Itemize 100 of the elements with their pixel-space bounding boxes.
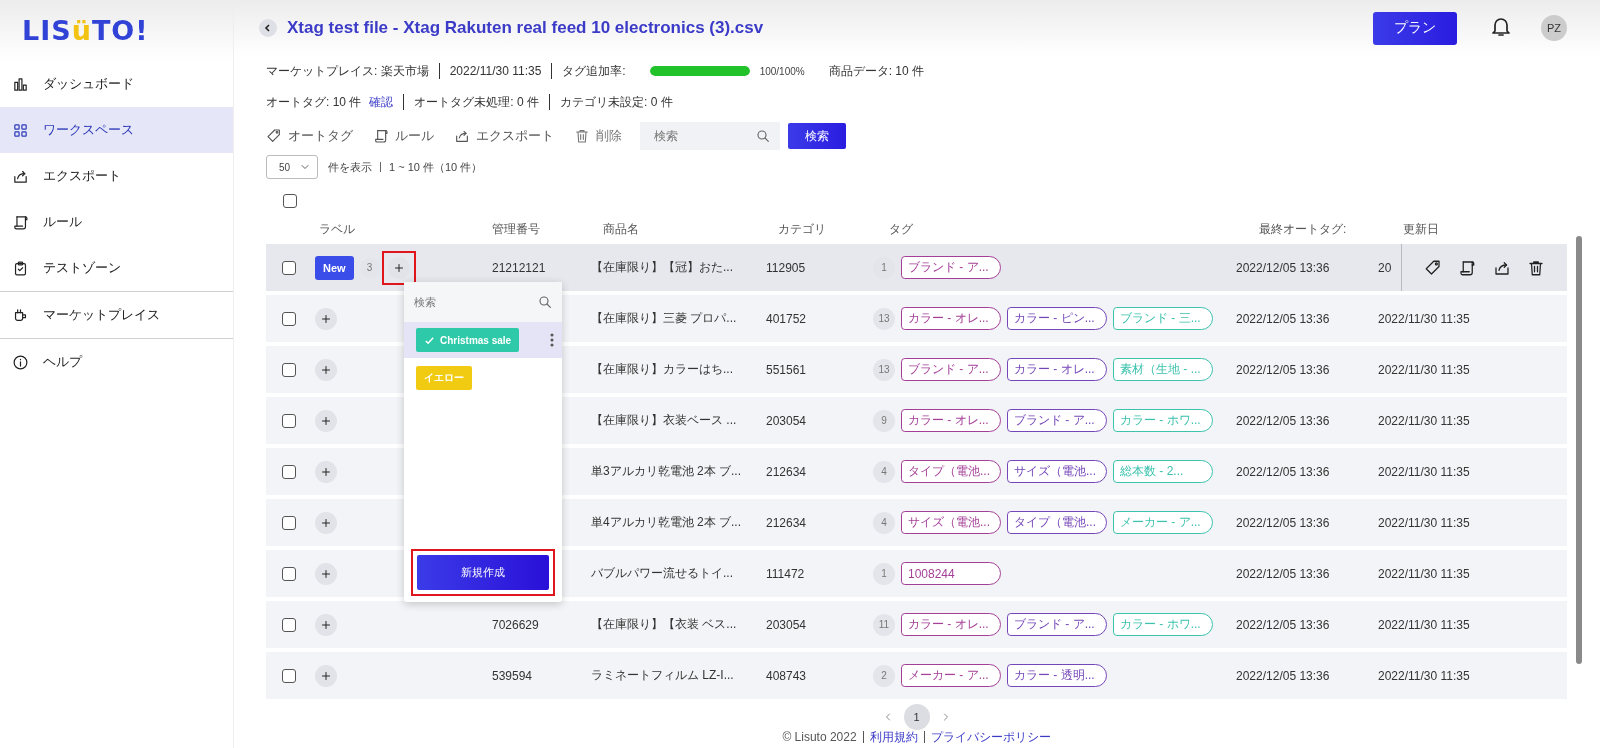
page-button[interactable]: 1 [903,704,930,730]
table-row[interactable]: 7026629 【在庫限り】【衣装 ベス... 203054 11 カラー - オレ... ブランド - ア... カラー - ホワ... 2022/12/05 13:36 2022/11/30 11:35 [266,601,1567,648]
info-icon [12,353,29,371]
plug-icon [12,306,29,324]
table-cell: 2022/11/30 11:35 [1378,311,1470,326]
label-search-field[interactable]: 検索 [404,282,562,322]
sidebar-item[interactable]: ワークスペース [0,107,233,153]
add-label-button[interactable] [315,613,337,636]
table-cell: 2022/12/05 13:36 [1236,668,1330,683]
back-button[interactable] [259,19,277,37]
table-cell: 203054 [766,413,807,428]
delete-button[interactable] [1526,258,1545,277]
table-cell: 539594 [492,668,533,683]
table-cell: 2022/12/05 13:36 [1236,515,1330,530]
trash-icon [1526,258,1545,277]
table-cell: 2022/12/05 13:36 [1236,311,1330,326]
add-label-button[interactable] [315,358,337,381]
tag[interactable]: タイプ（電池... [1007,511,1107,534]
table-cell: 2022/12/05 13:36 [1236,566,1330,581]
add-label-button[interactable] [315,460,337,483]
sidebar-item[interactable]: エクスポート [0,153,233,199]
table-cell: 401752 [766,311,807,326]
tag-icon [266,128,282,144]
tag[interactable]: サイズ（電池... [1007,460,1107,483]
table-row[interactable]: New 3 21212121 【在庫限り】【冠】おた... 112905 1 ブランド - ア... 2022/12/05 13:36 20 [266,244,1567,291]
table-row[interactable]: 539594 ラミネートフィルム LZ-I... 408743 2 メーカー - ア... カラー - 透明... 2022/12/05 13:36 2022/11/30 11:35 [266,652,1567,699]
row-checkbox[interactable] [281,464,296,479]
tag[interactable]: サイズ（電池... [901,511,1001,534]
copyright: © Lisuto 2022 [782,730,857,744]
tag-count: 1 [873,256,895,279]
sidebar-item[interactable]: ダッシュボード [0,61,233,107]
toolbar-action[interactable]: ルール [373,127,434,145]
tag[interactable]: 1008244 [901,562,1001,585]
column-header: 更新日 [1402,220,1440,238]
sidebar-item[interactable]: テストゾーン [0,245,233,292]
autotag-button[interactable] [1424,258,1443,277]
toolbar-action[interactable]: エクスポート [454,127,554,145]
add-label-button[interactable] [315,511,337,534]
scrollbar[interactable] [1576,236,1582,664]
table-cell: 111472 [766,566,805,581]
search-icon [755,128,771,144]
sidebar-item[interactable]: ヘルプ [0,339,233,385]
table-cell: 2022/11/30 11:35 [1378,668,1470,683]
more-icon[interactable] [550,333,554,347]
search-button[interactable]: 検索 [788,123,846,149]
tag[interactable]: ブランド - ア... [1007,409,1107,432]
trash-icon [574,128,590,144]
footer-link[interactable]: プライバシーポリシー [930,728,1051,746]
rule-button[interactable] [1458,258,1477,277]
clipboard-check-icon [12,259,29,277]
bar-chart-icon [12,75,29,93]
table-cell: 7026629 [492,617,539,632]
add-label-button[interactable] [315,664,337,687]
table-cell: 203054 [766,617,807,632]
tag[interactable]: ブランド - ア... [901,256,1001,279]
create-label-button[interactable]: 新規作成 [417,555,549,590]
tag[interactable]: カラー - 透明... [1007,664,1107,687]
table-cell: 112905 [766,260,806,275]
add-label-button[interactable] [315,307,337,330]
plan-button[interactable]: プラン [1373,11,1457,45]
footer-link[interactable]: 利用規約 [869,728,918,746]
row-checkbox[interactable] [281,413,296,428]
add-label-button[interactable] [387,256,410,279]
table-cell: 2022/11/30 11:35 [1378,566,1470,581]
add-label-button[interactable] [315,562,337,585]
tag-count: 2 [873,664,895,687]
row-checkbox[interactable] [281,668,296,683]
sidebar-item[interactable]: ルール [0,199,233,245]
row-checkbox[interactable] [281,566,296,581]
row-checkbox[interactable] [281,311,296,326]
tag[interactable]: カラー - オレ... [901,613,1001,636]
sidebar-item[interactable]: マーケットプレイス [0,292,233,339]
tag-icon [1424,258,1443,277]
select-all-checkbox[interactable] [283,194,297,208]
page-size-select[interactable]: 50 [266,155,318,179]
row-checkbox[interactable] [281,617,296,632]
tag[interactable]: カラー - オレ... [901,307,1001,330]
row-checkbox[interactable] [281,260,296,275]
table-cell: 2022/12/05 13:36 [1236,362,1330,377]
tag[interactable]: タイプ（電池... [901,460,1001,483]
user-avatar[interactable]: PZ [1541,15,1567,41]
table-cell: 2022/11/30 11:35 [1378,362,1470,377]
autotag-count: オートタグ: 10 件 [266,93,362,111]
table-cell: 【在庫限り】【衣装 ベス... [591,617,737,631]
confirm-link[interactable]: 確認 [369,93,394,111]
search-field[interactable]: 検索 [640,122,780,150]
tag[interactable]: カラー - オレ... [1007,358,1107,381]
toolbar-action[interactable]: オートタグ [266,127,353,145]
tag[interactable]: ブランド - ア... [901,358,1001,381]
tag[interactable]: カラー - ピン... [1007,307,1107,330]
row-checkbox[interactable] [281,362,296,377]
table-cell: 2022/12/05 13:36 [1236,413,1330,428]
column-header: 管理番号 [491,220,541,238]
table-cell: 408743 [766,668,807,683]
add-label-button[interactable] [315,409,337,432]
row-checkbox[interactable] [281,515,296,530]
tag[interactable]: ブランド - ア... [1007,613,1107,636]
tag-rate-label: タグ追加率: [562,62,626,80]
tag[interactable]: カラー - オレ... [901,409,1001,432]
tag[interactable]: メーカー - ア... [901,664,1001,687]
